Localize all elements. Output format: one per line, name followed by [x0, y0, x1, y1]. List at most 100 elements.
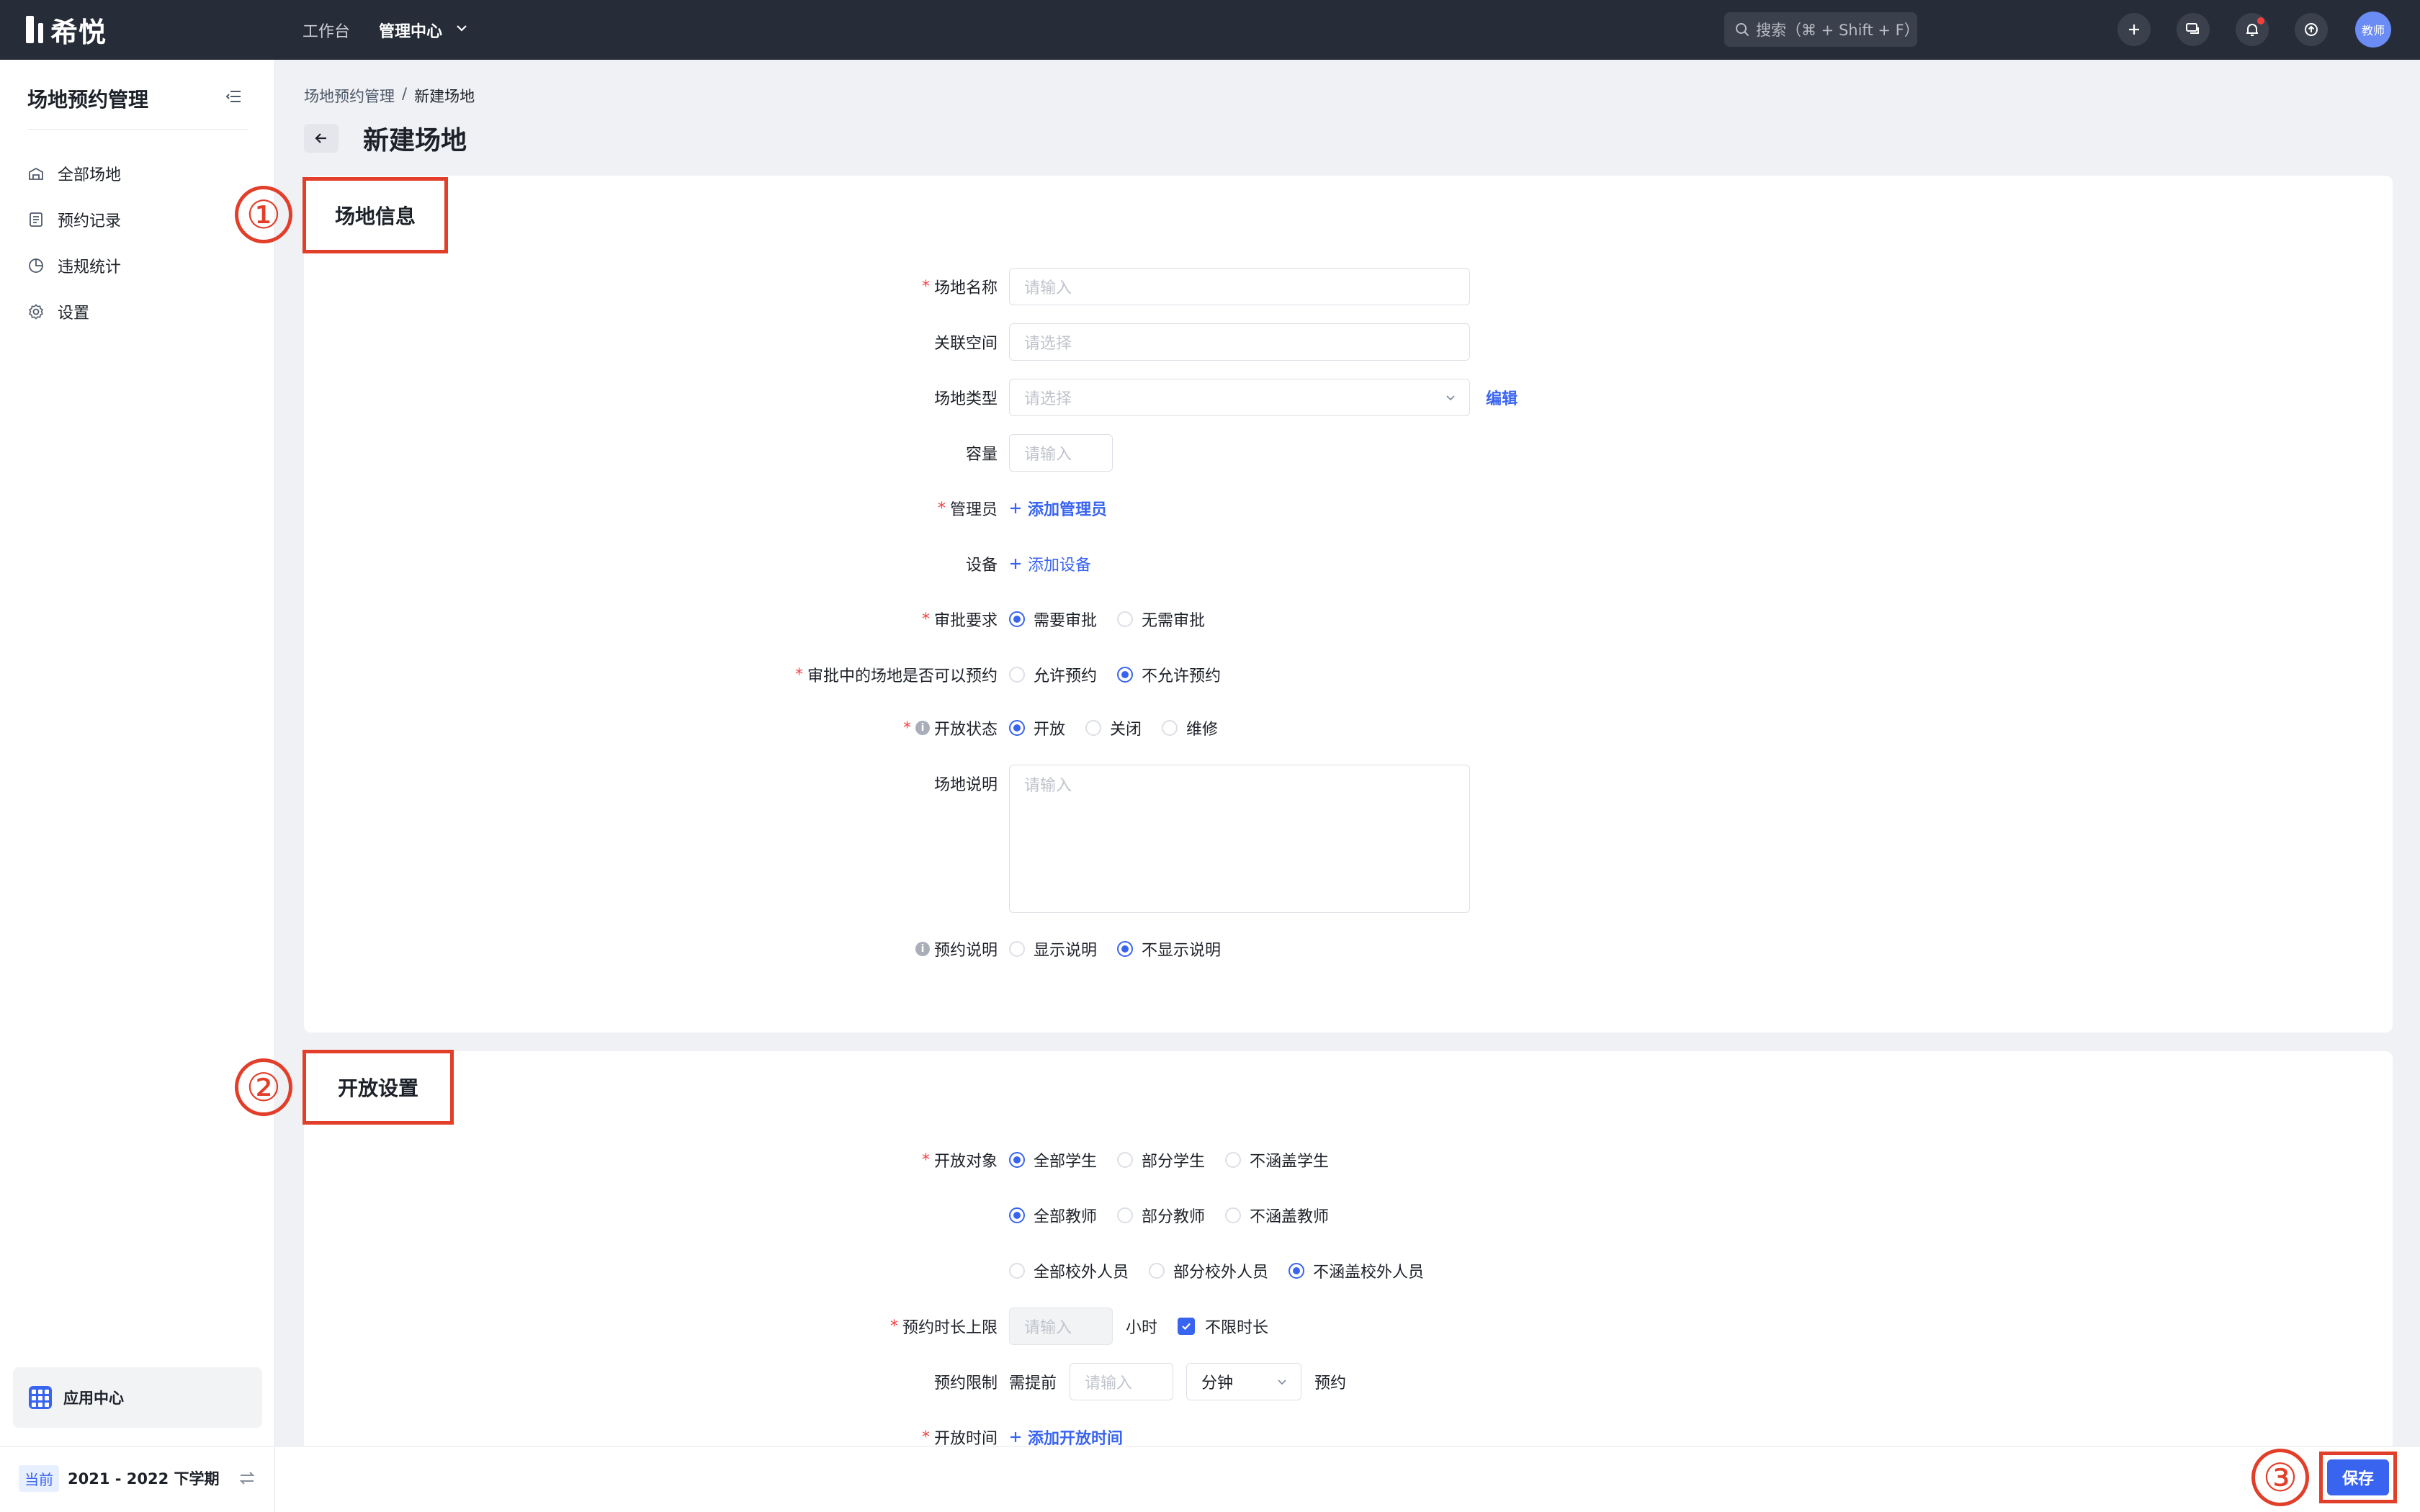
- sidebar-item-all-venues[interactable]: 全部场地: [27, 159, 121, 188]
- upload-button[interactable]: [2295, 13, 2328, 46]
- search-icon: [1736, 23, 1749, 37]
- field-device: 设备 添加设备: [0, 545, 2420, 582]
- save-button[interactable]: 保存: [2327, 1459, 2389, 1495]
- field-label: * 审批要求: [921, 610, 998, 631]
- field-capacity: 容量 请输入: [0, 434, 2420, 472]
- add-device-link[interactable]: 添加设备: [1009, 552, 1091, 575]
- field-open-status: * i 开放状态 开放 关闭 维修: [0, 709, 2420, 747]
- linked-space-input[interactable]: 请选择: [1009, 323, 1470, 361]
- radio-some-outsiders[interactable]: 部分校外人员: [1149, 1259, 1268, 1282]
- add-admin-link[interactable]: 添加管理员: [1009, 497, 1107, 520]
- info-icon[interactable]: i: [915, 721, 930, 735]
- top-bar: 希悦 工作台 管理中心 搜索（⌘ + Shift + F） 教师: [0, 0, 2420, 60]
- radio-status-closed[interactable]: 关闭: [1085, 716, 1142, 739]
- logo-icon: [26, 16, 43, 43]
- page-title: 新建场地: [363, 126, 467, 156]
- radio-need-approval[interactable]: 需要审批: [1009, 608, 1097, 631]
- field-duration-limit: * 预约时长上限 请输入 小时 不限时长: [0, 1308, 2420, 1345]
- duration-unit: 小时: [1126, 1319, 1158, 1337]
- unlimited-checkbox[interactable]: [1178, 1318, 1196, 1335]
- radio-all-students[interactable]: 全部学生: [1009, 1148, 1097, 1171]
- section-title-open-settings: 开放设置: [302, 1050, 454, 1125]
- nav-workbench[interactable]: 工作台: [302, 19, 350, 42]
- radio-allow-booking[interactable]: 允许预约: [1009, 663, 1097, 686]
- plus-icon: [2129, 24, 2139, 35]
- breadcrumb-parent[interactable]: 场地预约管理: [304, 85, 395, 107]
- chat-icon: [2186, 23, 2199, 34]
- field-label: * 审批中的场地是否可以预约: [794, 665, 998, 686]
- field-booking-description: i 预约说明 显示说明 不显示说明: [0, 930, 2420, 968]
- nav-admin-center[interactable]: 管理中心: [379, 19, 442, 42]
- field-approval: * 审批要求 需要审批 无需审批: [0, 600, 2420, 638]
- venue-type-select[interactable]: 请选择: [1009, 379, 1470, 416]
- advance-time-input[interactable]: 请输入: [1070, 1363, 1174, 1400]
- field-admin: * 管理员 添加管理员: [0, 490, 2420, 527]
- notifications-button[interactable]: [2236, 13, 2269, 46]
- duration-input[interactable]: 请输入: [1009, 1308, 1113, 1345]
- field-linked-space: 关联空间 请选择: [0, 323, 2420, 361]
- venue-name-input[interactable]: 请输入: [1009, 268, 1470, 305]
- field-label: * 管理员: [937, 499, 998, 520]
- time-unit-select[interactable]: 分钟: [1186, 1363, 1302, 1400]
- swap-icon[interactable]: [238, 1470, 256, 1487]
- unlimited-label: 不限时长: [1205, 1319, 1269, 1337]
- radio-show-description[interactable]: 显示说明: [1009, 937, 1097, 960]
- field-venue-name: * 场地名称 请输入: [0, 268, 2420, 305]
- sidebar-divider: [27, 129, 248, 130]
- check-icon: [1182, 1323, 1191, 1331]
- capacity-input[interactable]: 请输入: [1009, 434, 1113, 472]
- add-button[interactable]: [2118, 13, 2151, 46]
- radio-no-approval[interactable]: 无需审批: [1117, 608, 1205, 631]
- upload-circle-icon: [2305, 23, 2318, 36]
- radio-disallow-booking[interactable]: 不允许预约: [1117, 663, 1221, 686]
- sidebar-title: 场地预约管理: [27, 88, 149, 112]
- avatar[interactable]: 教师: [2355, 12, 2391, 48]
- radio-all-teachers[interactable]: 全部教师: [1009, 1204, 1097, 1227]
- term-badge: 当前: [19, 1464, 59, 1492]
- logo[interactable]: 希悦: [26, 13, 107, 48]
- record-icon: [30, 212, 42, 227]
- radio-some-teachers[interactable]: 部分教师: [1117, 1204, 1205, 1227]
- section-marker-2: ②: [235, 1058, 292, 1116]
- search-placeholder: 搜索（⌘ + Shift + F）: [1756, 22, 1917, 39]
- collapse-menu-icon[interactable]: [225, 89, 243, 104]
- radio-hide-description[interactable]: 不显示说明: [1117, 937, 1221, 960]
- radio-status-open[interactable]: 开放: [1009, 716, 1065, 739]
- term-text: 2021 - 2022 下学期: [68, 1470, 220, 1488]
- breadcrumb-current: 新建场地: [414, 88, 475, 105]
- chevron-down-icon: [1278, 1380, 1286, 1385]
- venue-description-textarea[interactable]: 请输入: [1009, 765, 1470, 913]
- field-venue-description: 场地说明 请输入: [0, 765, 2420, 913]
- info-icon[interactable]: i: [915, 942, 930, 956]
- back-button[interactable]: [304, 124, 339, 153]
- messages-button[interactable]: [2177, 13, 2210, 46]
- radio-no-teachers[interactable]: 不涵盖教师: [1225, 1204, 1329, 1227]
- field-label: * 开放对象: [921, 1151, 998, 1171]
- field-open-target-students: * 开放对象 全部学生 部分学生 不涵盖学生: [0, 1141, 2420, 1179]
- radio-no-students[interactable]: 不涵盖学生: [1225, 1148, 1329, 1171]
- edit-type-link[interactable]: 编辑: [1486, 386, 1518, 409]
- radio-no-outsiders[interactable]: 不涵盖校外人员: [1289, 1259, 1424, 1282]
- radio-some-students[interactable]: 部分学生: [1117, 1148, 1205, 1171]
- field-label: * i 开放状态: [902, 719, 998, 739]
- sidebar-item-label: 全部场地: [58, 166, 122, 184]
- plus-icon: [1010, 1432, 1021, 1442]
- search-input[interactable]: 搜索（⌘ + Shift + F）: [1724, 12, 1917, 47]
- field-label: 容量: [965, 446, 998, 464]
- plus-icon: [1010, 503, 1021, 513]
- field-in-approval-booking: * 审批中的场地是否可以预约 允许预约 不允许预约: [0, 656, 2420, 693]
- plus-icon: [1010, 559, 1021, 569]
- breadcrumb-separator: /: [402, 85, 408, 102]
- venue-icon: [29, 167, 43, 180]
- sidebar-item-label: 预约记录: [58, 212, 122, 230]
- radio-all-outsiders[interactable]: 全部校外人员: [1009, 1259, 1129, 1282]
- field-label: 场地类型: [933, 390, 998, 408]
- sidebar-item-booking-records[interactable]: 预约记录: [27, 205, 121, 234]
- save-button-highlight: 保存: [2319, 1452, 2397, 1503]
- radio-status-maintenance[interactable]: 维修: [1162, 716, 1218, 739]
- field-label: * 场地名称: [921, 277, 998, 298]
- breadcrumb: 场地预约管理 / 新建场地: [304, 85, 475, 107]
- chevron-down-icon[interactable]: [454, 20, 470, 36]
- limit-suffix: 预约: [1314, 1374, 1347, 1392]
- section-marker-1: ①: [235, 186, 292, 243]
